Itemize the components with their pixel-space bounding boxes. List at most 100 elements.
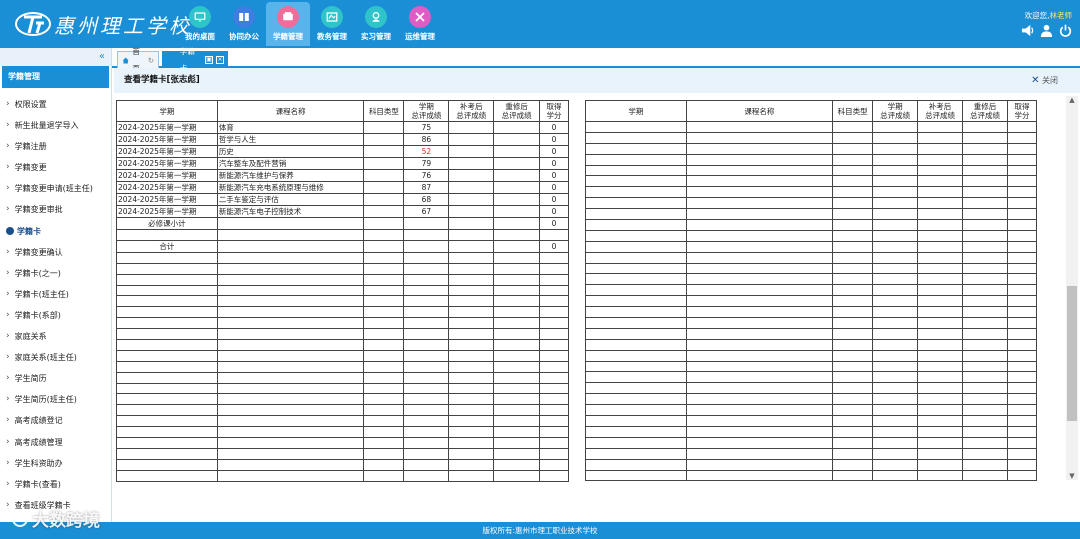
table-row [116,339,569,351]
tab-student-card[interactable]: 学籍卡 ▣ × [162,47,228,73]
internship-icon [365,6,387,28]
cell-term: 2024-2025年第一学期 [116,181,218,194]
tab-maximize-icon[interactable]: ▣ [205,55,214,64]
table-cell [962,186,1008,199]
table-cell [585,121,687,133]
table-cell [685,197,834,210]
table-cell [493,317,541,330]
tab-home[interactable]: 首页 ↻ [117,47,159,73]
table-row [585,262,1038,275]
nav-item-5[interactable]: 运维管理 [398,2,442,46]
cell-score: 87 [403,181,450,194]
sidebar-item[interactable]: › 学生简历 [0,368,111,389]
sidebar-item[interactable]: › 学籍卡(之一) [0,263,111,284]
table-row [116,328,569,341]
table-cell [872,121,919,133]
sidebar-item[interactable]: › 家庭关系 [0,326,111,347]
cell-makeup [448,145,495,158]
chevron-right-icon: › [6,120,10,131]
sidebar-menu: › 权限设置 › 新生批量退学导入 › 学籍注册 › 学籍变更 › 学籍变更申请(班主任) › 学籍变… [0,94,111,516]
table-row [585,273,1038,286]
table-cell [448,217,495,230]
nav-item-1[interactable]: 协同办公 [222,2,266,46]
sidebar-item[interactable]: › 学籍变更审批 [0,199,111,220]
cell-retake [493,181,541,194]
table-cell [539,306,569,319]
sidebar-item[interactable]: › 权限设置 [0,94,111,115]
user-name[interactable]: 林老师 [1050,11,1073,20]
power-icon[interactable] [1059,24,1072,37]
table-cell [116,469,218,482]
chevron-right-icon: › [6,394,10,405]
table-cell [917,142,964,155]
table-row [585,469,1038,482]
table-cell [832,121,874,133]
sidebar-item[interactable]: › 学籍变更申请(班主任) [0,178,111,199]
sidebar-item[interactable]: › 学籍变更 [0,157,111,178]
vertical-scrollbar[interactable]: ▲ ▼ [1066,96,1078,480]
table-cell [917,317,964,329]
table-cell [917,393,964,406]
table-row [116,317,569,330]
subtotal-row: 必修课小计 0 [116,217,569,230]
sidebar-item[interactable]: › 学生科资助办 [0,453,111,474]
table-cell [1006,317,1038,329]
cell-retake [493,133,541,146]
total-credit: 0 [539,239,569,253]
sidebar-item[interactable]: › 学籍注册 [0,136,111,157]
table-cell [403,349,450,362]
cell-credit: 0 [539,181,569,194]
table-cell [363,349,405,362]
sidebar-item[interactable]: › 学籍卡(系部) [0,305,111,326]
sidebar-item[interactable]: › 高考成绩管理 [0,432,111,453]
collapse-sidebar-icon[interactable]: « [0,48,111,66]
desktop-icon [189,6,211,28]
cell-credit: 0 [539,205,569,218]
table-cell [539,382,569,395]
table-cell [448,317,495,330]
sidebar-item[interactable]: › 学生简历(班主任) [0,389,111,410]
sidebar-item[interactable]: 学籍卡 [0,221,111,242]
sidebar-item-label: 学籍卡(之一) [14,268,61,278]
close-button[interactable]: ✕ 关闭 [1031,75,1058,86]
tab-close-icon[interactable]: × [216,55,224,64]
table-cell [872,382,919,395]
nav-item-4[interactable]: 实习管理 [354,2,398,46]
table-cell [685,295,834,308]
table-cell [403,295,450,308]
table-cell [585,425,687,438]
announcement-icon[interactable] [1021,24,1034,37]
table-cell [585,164,687,177]
table-cell [116,415,218,428]
refresh-icon[interactable]: ↻ [148,52,154,69]
scroll-up-icon[interactable]: ▲ [1068,96,1076,104]
table-cell [363,339,405,351]
scrollbar-thumb[interactable] [1067,286,1077,421]
sidebar-item[interactable]: › 新生批量退学导入 [0,115,111,136]
table-cell [1006,273,1038,286]
table-cell [685,393,834,406]
sidebar-item[interactable]: › 学籍变更确认 [0,242,111,263]
table-cell [363,360,405,373]
table-row: 2024-2025年第一学期 汽车整车及配件营销 79 0 [116,157,569,170]
sidebar-item[interactable]: › 学籍卡(查看) [0,474,111,495]
table-cell [1006,458,1038,471]
tab-bar: 首页 ↻ 学籍卡 ▣ × [112,47,1080,73]
table-cell [216,349,365,362]
table-cell [585,327,687,340]
sidebar-item[interactable]: › 高考成绩登记 [0,410,111,431]
nav-item-2[interactable]: 学籍管理 [266,2,310,46]
table-cell [685,360,834,373]
table-cell [832,273,874,286]
sidebar-item[interactable]: › 学籍卡(班主任) [0,284,111,305]
table-cell [116,295,218,308]
sidebar-item[interactable]: › 家庭关系(班主任) [0,347,111,368]
user-icon[interactable] [1040,24,1053,37]
table-cell [917,425,964,438]
table-cell [917,415,964,427]
nav-item-0[interactable]: 我的桌面 [178,2,222,46]
table-cell [1006,447,1038,460]
cell-score: 68 [403,193,450,206]
scroll-down-icon[interactable]: ▼ [1068,472,1076,480]
nav-item-3[interactable]: 教务管理 [310,2,354,46]
